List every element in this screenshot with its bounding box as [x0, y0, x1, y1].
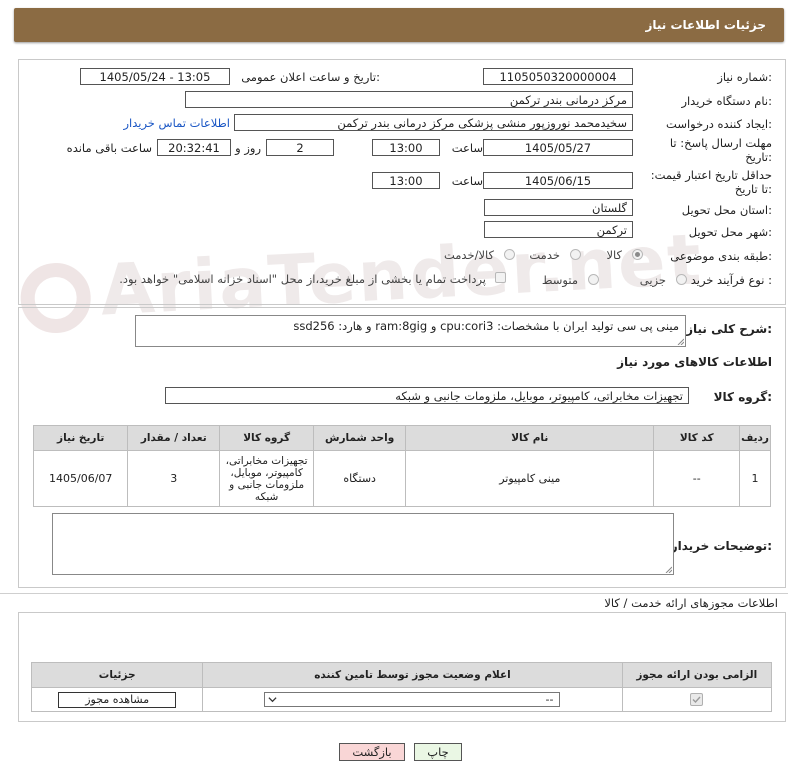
table-row: 1 -- مینی کامپیوتر دستگاه تجهیزات مخابرا… — [32, 450, 771, 507]
cell-date: 1405/06/07 — [32, 450, 129, 507]
category-option-goods: کالا — [606, 248, 622, 262]
col-unit: واحد شمارش — [313, 425, 407, 451]
treasury-payment-checkbox[interactable] — [495, 272, 506, 283]
remaining-label: ساعت باقی مانده — [66, 141, 152, 155]
resize-grip-icon — [665, 566, 672, 573]
license-status-select[interactable]: -- — [264, 692, 561, 707]
col-date: تاریخ نیاز — [32, 425, 129, 451]
col-details: جزئیات — [30, 662, 204, 688]
category-radio-service[interactable] — [570, 249, 581, 260]
description-label: شرح کلی نیاز: — [686, 322, 772, 336]
deadline-label-text: مهلت ارسال پاسخ: تا تاریخ: — [669, 136, 772, 164]
cell-name: مینی کامپیوتر — [405, 450, 655, 507]
creator-field: سخیدمحمد نوروزپور منشی پزشکی مرکز درمانی… — [234, 114, 633, 131]
category-radio-goods[interactable] — [632, 249, 643, 260]
page-header: جزئیات اطلاعات نیاز — [14, 8, 784, 42]
cell-unit: دستگاه — [313, 450, 407, 507]
col-code: کد کالا — [653, 425, 741, 451]
validity-label-text: حداقل تاریخ اعتبار قیمت: تا تاریخ: — [650, 168, 772, 196]
validity-time-label: ساعت — [451, 174, 483, 188]
cell-row: 1 — [739, 450, 771, 507]
announce-label: تاریخ و ساعت اعلان عمومی: — [241, 70, 380, 84]
creator-label: ایجاد کننده درخواست: — [666, 117, 772, 131]
check-icon — [692, 696, 701, 704]
validity-date-field: 1405/06/15 — [483, 172, 633, 189]
chevron-down-icon — [268, 697, 278, 703]
cell-group: تجهیزات مخابراتی، کامپیوتر، موبایل، ملزو… — [219, 450, 315, 507]
licenses-table: الزامی بودن ارائه مجوز اعلام وضعیت مجوز … — [30, 662, 773, 712]
buyer-field: مرکز درمانی بندر ترکمن — [185, 91, 633, 108]
category-option-both: کالا/خدمت — [443, 248, 494, 262]
deadline-date-field: 1405/05/27 — [483, 139, 633, 156]
col-group: گروه کالا — [219, 425, 315, 451]
need-number-field: 1105050320000004 — [483, 68, 633, 85]
goods-table-header: ردیف کد کالا نام کالا واحد شمارش گروه کا… — [32, 425, 771, 451]
col-status: اعلام وضعیت مجوز توسط تامین کننده — [202, 662, 623, 688]
purchase-radio-minor[interactable] — [676, 274, 687, 285]
print-button[interactable]: چاپ — [414, 743, 462, 761]
city-field: ترکمن — [484, 221, 633, 238]
cell-qty: 3 — [127, 450, 221, 507]
category-label: طبقه بندی موضوعی: — [670, 249, 772, 263]
resize-grip-icon — [677, 338, 684, 345]
licenses-section-title: اطلاعات مجوزهای ارائه خدمت / کالا — [604, 596, 778, 610]
required-checkbox[interactable] — [690, 693, 704, 707]
licenses-divider — [0, 593, 788, 594]
buyer-notes-label: توضیحات خریدار: — [670, 539, 772, 553]
description-textarea: مینی پی سی تولید ایران با مشخصات: cpu:co… — [135, 315, 686, 347]
col-qty: تعداد / مقدار — [127, 425, 221, 451]
days-field: 2 — [266, 139, 334, 156]
validity-time-field: 13:00 — [372, 172, 440, 189]
table-row: -- مشاهده مجوز — [30, 687, 773, 712]
city-label: شهر محل تحویل: — [688, 225, 772, 239]
days-label: روز و — [235, 141, 261, 155]
back-button[interactable]: بازگشت — [339, 743, 405, 761]
cell-code: -- — [653, 450, 741, 507]
buyer-label: نام دستگاه خریدار: — [681, 94, 772, 108]
buyer-contact-link[interactable]: اطلاعات تماس خریدار — [123, 116, 230, 130]
purchase-option-medium: متوسط — [541, 273, 578, 287]
purchase-radio-medium[interactable] — [588, 274, 599, 285]
deadline-label: مهلت ارسال پاسخ: تا تاریخ: — [662, 136, 772, 164]
col-required: الزامی بودن ارائه مجوز — [621, 662, 773, 688]
goods-group-label: گروه کالا: — [713, 390, 772, 404]
license-status-value: -- — [545, 693, 554, 706]
view-license-button[interactable]: مشاهده مجوز — [58, 691, 177, 708]
cell-details: مشاهده مجوز — [30, 687, 204, 712]
purchase-type-label: نوع فرآیند خرید : — [690, 273, 772, 287]
deadline-time-field: 13:00 — [372, 139, 440, 156]
buyer-notes-textarea — [52, 513, 674, 575]
page-title: جزئیات اطلاعات نیاز — [645, 18, 766, 32]
province-field: گلستان — [484, 199, 633, 216]
announce-field: 1405/05/24 - 13:05 — [80, 68, 230, 85]
province-label: استان محل تحویل: — [681, 203, 772, 217]
treasury-payment-note: پرداخت تمام یا بخشی از مبلغ خرید،از محل … — [119, 272, 486, 286]
category-radio-both[interactable] — [504, 249, 515, 260]
purchase-option-minor: جزیی — [639, 273, 666, 287]
col-name: نام کالا — [405, 425, 655, 451]
cell-required — [621, 687, 773, 712]
need-number-label: شماره نیاز: — [717, 70, 772, 84]
remaining-time-field: 20:32:41 — [157, 139, 231, 156]
goods-section-title: اطلاعات کالاهای مورد نیاز — [617, 355, 772, 369]
goods-table: ردیف کد کالا نام کالا واحد شمارش گروه کا… — [32, 425, 771, 507]
category-option-service: خدمت — [529, 248, 560, 262]
description-text: مینی پی سی تولید ایران با مشخصات: cpu:co… — [293, 319, 679, 333]
goods-group-field: تجهیزات مخابراتی، کامپیوتر، موبایل، ملزو… — [165, 387, 689, 404]
cell-status: -- — [202, 687, 623, 712]
licenses-table-header: الزامی بودن ارائه مجوز اعلام وضعیت مجوز … — [30, 662, 773, 688]
deadline-time-label: ساعت — [451, 141, 483, 155]
col-row: ردیف — [739, 425, 771, 451]
validity-label: حداقل تاریخ اعتبار قیمت: تا تاریخ: — [647, 168, 772, 196]
